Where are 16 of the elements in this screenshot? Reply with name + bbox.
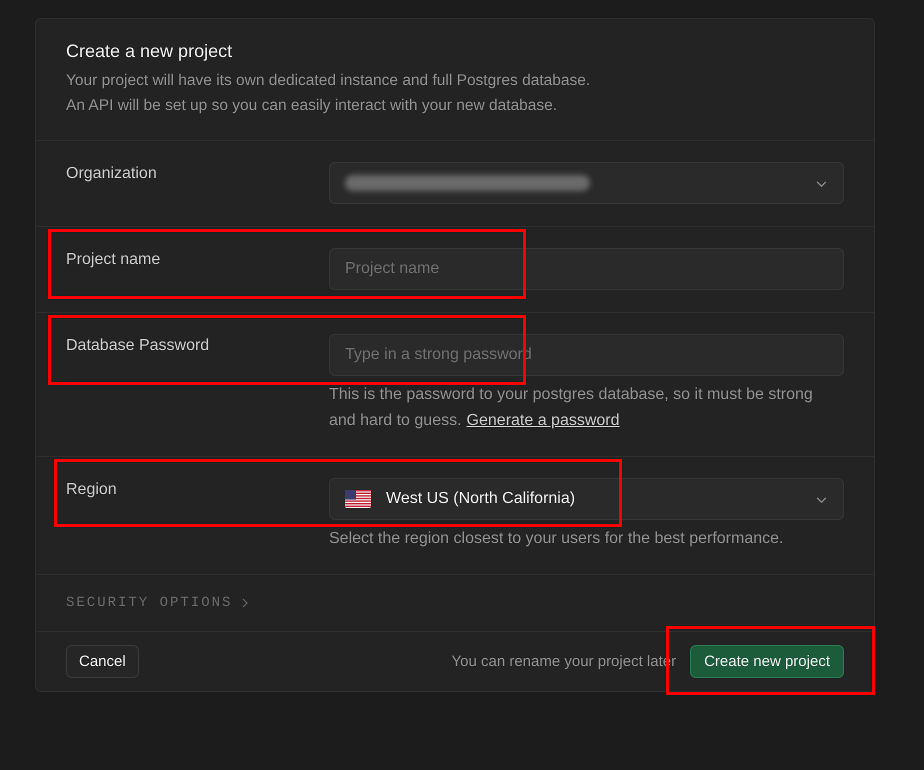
help-text: This is the password to your postgres database, so it must be strong and hard to guess. Generate a password — [329, 385, 814, 431]
cancel-button[interactable]: Cancel — [66, 645, 139, 678]
select-value: West US (North California) — [386, 490, 576, 508]
help-text: Select the region closest to your users for the best performance. — [329, 529, 784, 549]
dialog-description: An API will be set up so you can easily interact with your new database. — [66, 96, 558, 116]
dialog-description: Your project will have its own dedicated instance and full Postgres database. — [66, 71, 592, 91]
field-label: Project name — [66, 250, 162, 270]
generate-password-link[interactable]: Generate a password — [466, 412, 620, 429]
create-project-button[interactable]: Create new project — [690, 645, 844, 678]
field-label: Organization — [66, 164, 158, 184]
select-field[interactable] — [329, 162, 844, 204]
select-field[interactable]: West US (North California) — [329, 478, 844, 520]
field-label: Region — [66, 480, 118, 500]
field-label: Database Password — [66, 336, 210, 356]
dialog-title: Create a new project — [66, 41, 234, 62]
text-input[interactable]: Project name — [329, 248, 844, 290]
